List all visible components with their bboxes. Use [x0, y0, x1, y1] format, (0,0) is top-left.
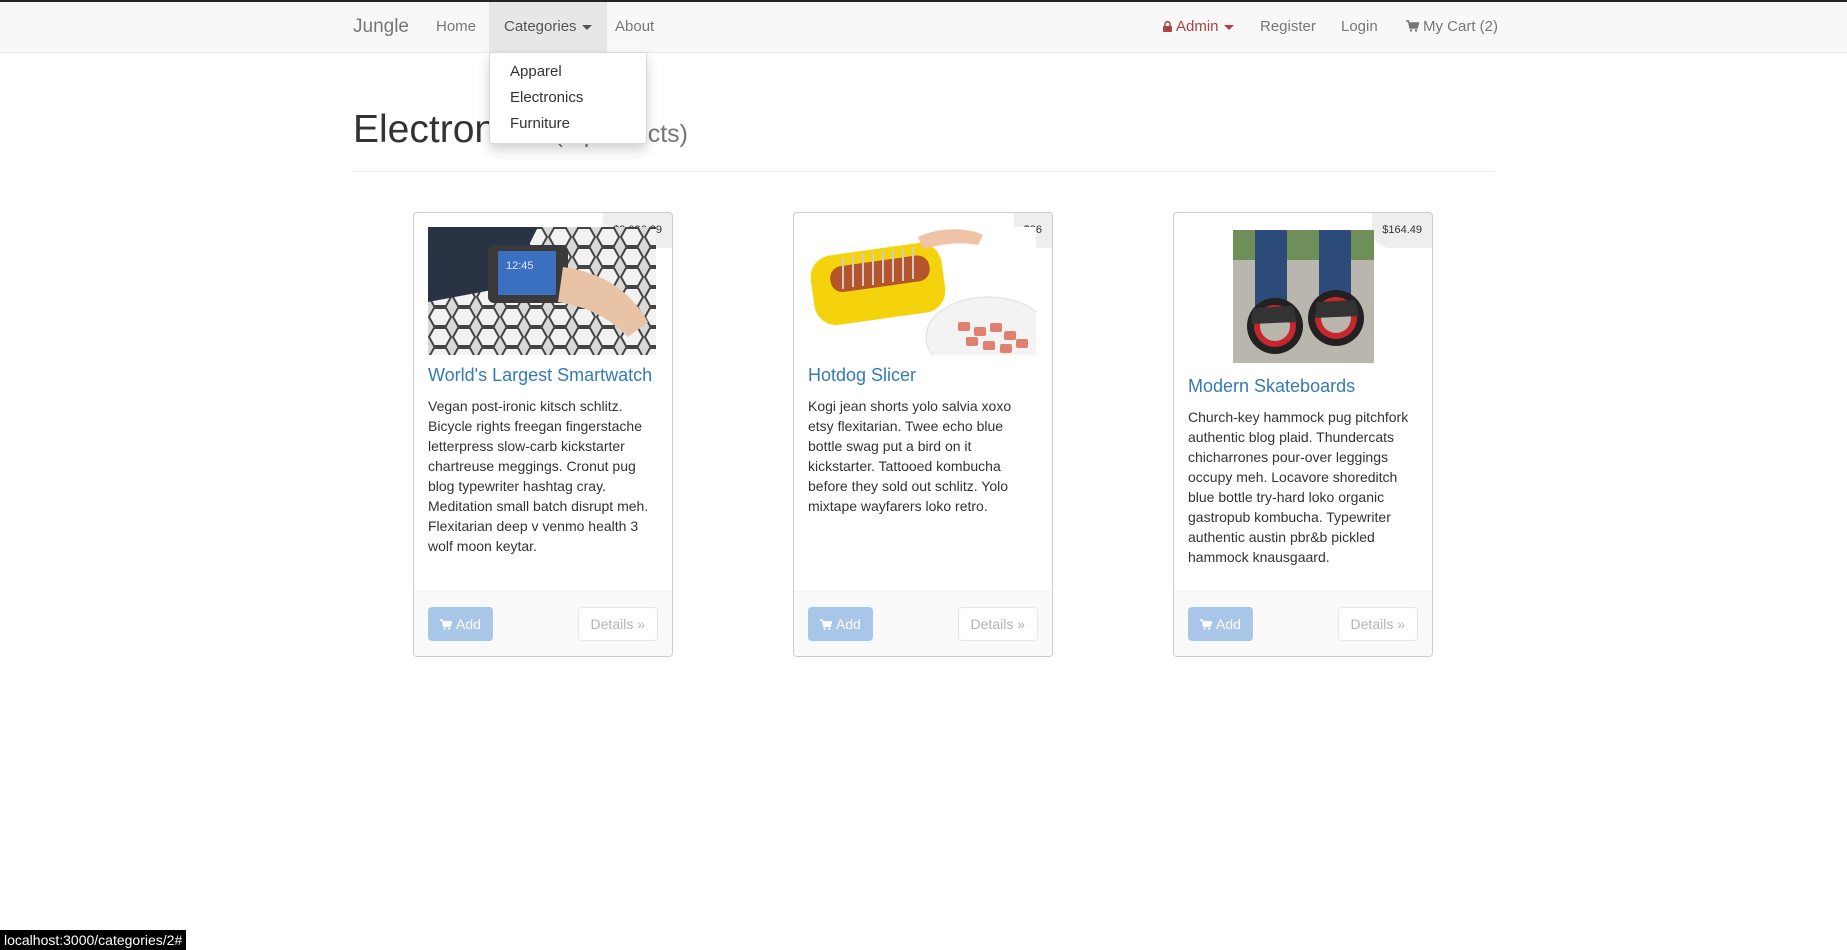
caret-down-icon — [1223, 24, 1234, 30]
product-card-footer: Add Details » — [794, 591, 1052, 656]
nav-categories-dropdown-toggle[interactable]: Categories — [489, 2, 607, 52]
product-name-link[interactable]: Modern Skateboards — [1188, 376, 1355, 397]
product-card-footer: Add Details » — [414, 591, 672, 656]
lock-icon — [1163, 3, 1172, 53]
nav-admin-dropdown[interactable]: Admin — [1163, 2, 1234, 52]
divider — [353, 171, 1494, 172]
product-card-skateboards: $164.49 Modern Skateboards Church-key ha… — [1173, 212, 1433, 657]
shopping-cart-icon — [1406, 3, 1420, 53]
product-image-skateboards[interactable] — [1233, 230, 1374, 363]
nav-admin-label: Admin — [1176, 18, 1219, 35]
nav-cart[interactable]: My Cart (2) — [1406, 2, 1498, 52]
nav-cart-label: My Cart (2) — [1423, 18, 1498, 35]
navbar: Jungle Home Categories About Admin Regis… — [0, 2, 1847, 53]
product-image-hotdog-slicer[interactable] — [808, 227, 1036, 355]
add-button-label: Add — [456, 616, 481, 632]
shopping-cart-icon — [440, 608, 453, 642]
nav-about[interactable]: About — [615, 2, 654, 52]
shopping-cart-icon — [1200, 608, 1213, 642]
product-card-footer: Add Details » — [1174, 591, 1432, 656]
nav-login[interactable]: Login — [1341, 2, 1378, 52]
nav-home[interactable]: Home — [436, 2, 476, 52]
nav-register[interactable]: Register — [1260, 2, 1316, 52]
caret-down-icon — [581, 24, 592, 30]
product-description: Kogi jean shorts yolo salvia xoxo etsy f… — [808, 398, 1012, 514]
price-tag: $164.49 — [1372, 213, 1432, 248]
svg-text:12:45: 12:45 — [506, 260, 534, 272]
brand-link[interactable]: Jungle — [353, 2, 409, 52]
product-name-link[interactable]: Hotdog Slicer — [808, 365, 916, 386]
add-button-label: Add — [836, 616, 861, 632]
product-card-smartwatch: $2,026.29 12:45 World's Largest Smartwat… — [413, 212, 673, 657]
add-to-cart-button[interactable]: Add — [808, 607, 873, 641]
product-description: Church-key hammock pug pitchfork authent… — [1188, 409, 1409, 565]
product-name-link[interactable]: World's Largest Smartwatch — [428, 365, 652, 386]
add-to-cart-button[interactable]: Add — [428, 607, 493, 641]
product-card-hotdog-slicer: $26 Hotdog Slicer Kogi jean shorts yolo … — [793, 212, 1053, 657]
add-to-cart-button[interactable]: Add — [1188, 607, 1253, 641]
details-button[interactable]: Details » — [957, 607, 1038, 641]
add-button-label: Add — [1216, 616, 1241, 632]
status-bar-url: localhost:3000/categories/2# — [0, 930, 187, 950]
product-image-smartwatch[interactable]: 12:45 — [428, 227, 656, 355]
dropdown-item-furniture[interactable]: Furniture — [510, 115, 570, 132]
product-description: Vegan post-ironic kitsch schlitz. Bicycl… — [428, 398, 649, 554]
details-button[interactable]: Details » — [577, 607, 658, 641]
dropdown-item-apparel[interactable]: Apparel — [510, 63, 562, 80]
details-button[interactable]: Details » — [1337, 607, 1418, 641]
dropdown-item-electronics[interactable]: Electronics — [510, 89, 583, 106]
categories-dropdown-menu: Apparel Electronics Furniture — [489, 52, 647, 144]
nav-categories-label: Categories — [504, 18, 577, 35]
shopping-cart-icon — [820, 608, 833, 642]
